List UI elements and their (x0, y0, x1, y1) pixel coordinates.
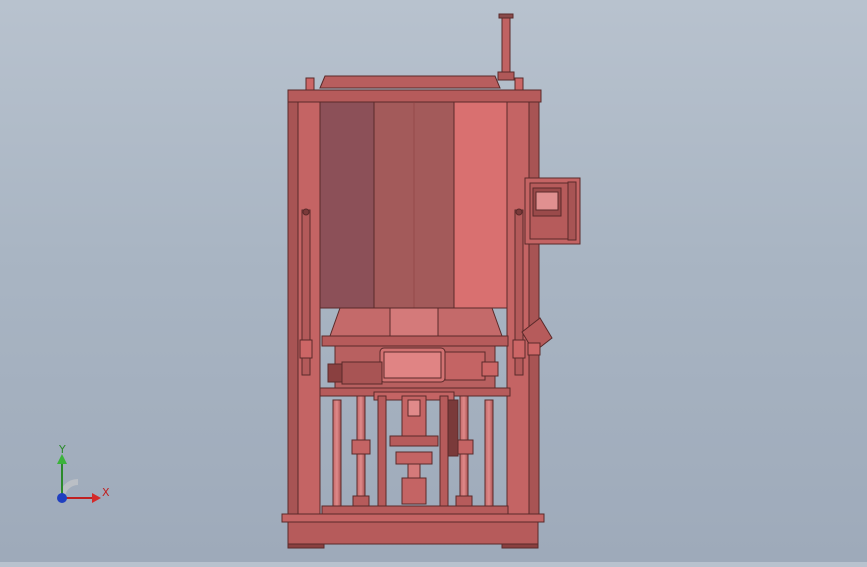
machine-model (281, 13, 581, 549)
x-axis-label: X (102, 486, 110, 499)
upper-plate (321, 307, 509, 347)
exhaust-pipe (497, 13, 515, 81)
control-box (524, 177, 581, 245)
motor-assembly (327, 345, 499, 389)
hopper-body (319, 101, 508, 309)
z-axis-dot (57, 493, 67, 503)
cad-viewport[interactable]: Y X (0, 0, 867, 562)
y-axis-label: Y (59, 443, 66, 456)
bottom-base (281, 505, 545, 549)
axis-triad (57, 454, 101, 503)
